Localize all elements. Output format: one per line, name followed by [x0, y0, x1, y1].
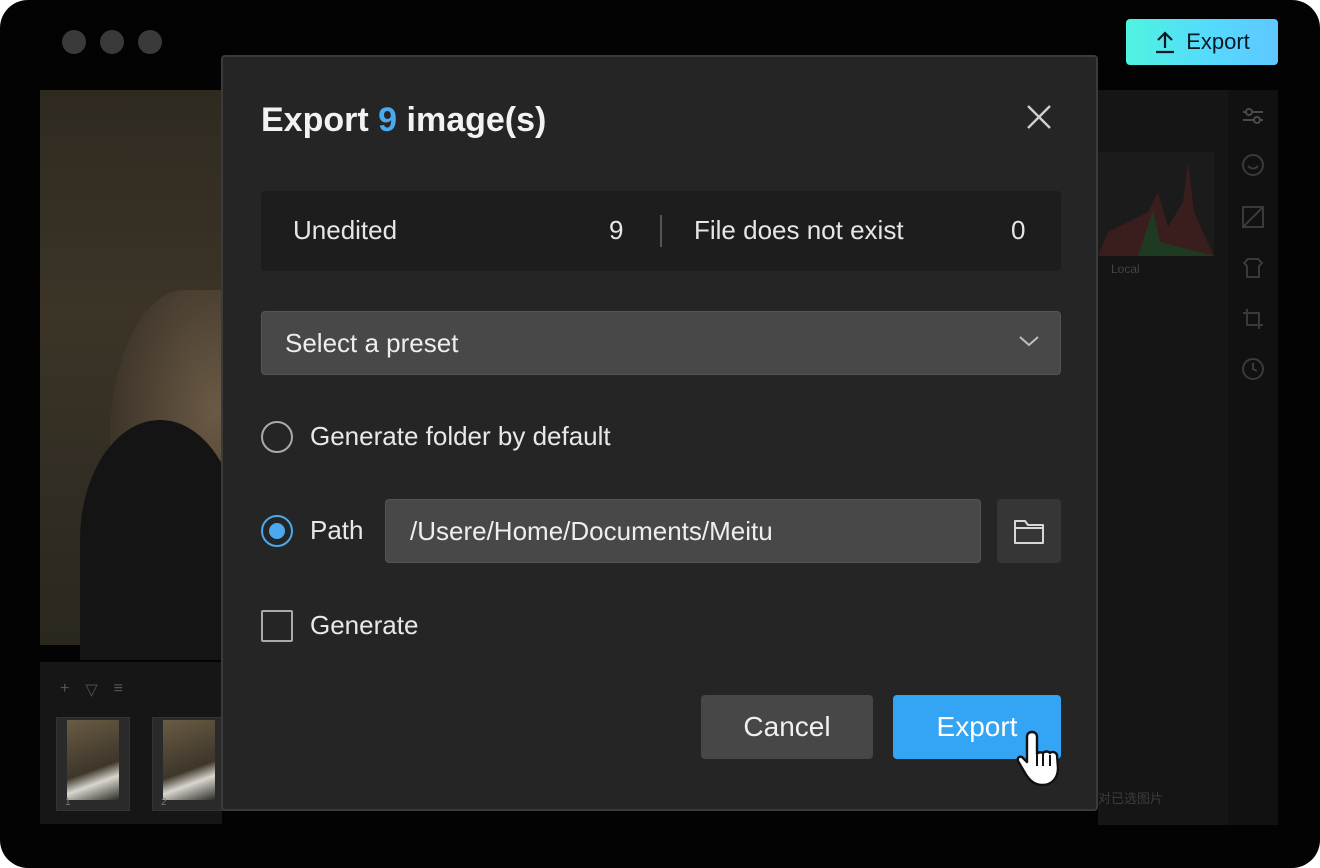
preset-placeholder: Select a preset — [285, 328, 459, 358]
default-folder-label: Generate folder by default — [310, 421, 611, 451]
export-summary: Unedited 9 File does not exist 0 — [261, 191, 1061, 271]
unedited-count: 9 — [609, 215, 624, 245]
shirt-icon[interactable] — [1241, 256, 1265, 280]
thumbnail-number: 2 — [161, 797, 167, 808]
hand-cursor-icon — [1016, 730, 1060, 787]
export-dialog: Export 9 image(s) Unedited 9 File does n… — [221, 55, 1098, 811]
missing-file-label: File does not exist — [694, 215, 904, 245]
sliders-icon[interactable] — [1241, 104, 1265, 128]
missing-file-count: 0 — [1011, 215, 1026, 245]
crop-icon[interactable] — [1241, 307, 1265, 331]
generate-label: Generate — [310, 610, 419, 640]
close-icon[interactable] — [1023, 101, 1055, 133]
dialog-title-suffix: image(s) — [406, 101, 547, 139]
generate-checkbox[interactable] — [261, 610, 293, 642]
filter-icon[interactable]: ▽ — [85, 680, 97, 700]
top-export-label: Export — [1186, 29, 1250, 54]
path-value: /Usere/Home/Documents/Meitu — [410, 516, 773, 546]
selected-images-label: 对已选图片 — [1098, 791, 1164, 806]
summary-divider — [660, 215, 662, 247]
thumbnail-number: 1 — [65, 797, 71, 808]
folder-icon — [1014, 520, 1044, 544]
close-window-button[interactable] — [62, 30, 86, 54]
maximize-window-button[interactable] — [138, 30, 162, 54]
tool-column — [1228, 90, 1278, 825]
cancel-button[interactable]: Cancel — [701, 695, 873, 759]
unedited-label: Unedited — [293, 215, 398, 245]
path-radio[interactable] — [261, 515, 293, 547]
default-folder-radio[interactable] — [261, 421, 293, 453]
chevron-down-icon — [1019, 336, 1039, 347]
thumbnail[interactable]: 1 — [56, 717, 130, 811]
path-field[interactable]: /Usere/Home/Documents/Meitu — [385, 499, 981, 563]
filmstrip: + ▽ ≡ 1 2 — [40, 662, 226, 824]
window-controls — [62, 30, 162, 54]
minimize-window-button[interactable] — [100, 30, 124, 54]
browse-folder-button[interactable] — [997, 499, 1061, 563]
app-window: Export + ▽ ≡ 1 2 Local 对已选图片 Export 9 im… — [0, 0, 1320, 868]
photo-preview — [40, 90, 260, 660]
preset-select[interactable]: Select a preset — [261, 311, 1061, 375]
curve-icon[interactable] — [1241, 205, 1265, 229]
path-label: Path — [310, 515, 364, 545]
export-label: Export — [936, 711, 1018, 742]
face-icon[interactable] — [1241, 153, 1265, 177]
thumbnail[interactable]: 2 — [152, 717, 226, 811]
local-label: Local — [1111, 262, 1140, 276]
history-icon[interactable] — [1241, 357, 1265, 381]
add-icon[interactable]: + — [60, 680, 69, 700]
upload-icon — [1156, 31, 1175, 54]
cancel-label: Cancel — [743, 711, 831, 742]
dialog-title-count: 9 — [378, 101, 398, 139]
dialog-title-prefix: Export — [261, 101, 369, 139]
filmstrip-tools: + ▽ ≡ — [60, 680, 123, 700]
sort-icon[interactable]: ≡ — [114, 680, 123, 700]
histogram — [1098, 152, 1214, 256]
dialog-title: Export 9 image(s) — [261, 101, 546, 140]
top-export-button[interactable]: Export — [1126, 19, 1278, 65]
